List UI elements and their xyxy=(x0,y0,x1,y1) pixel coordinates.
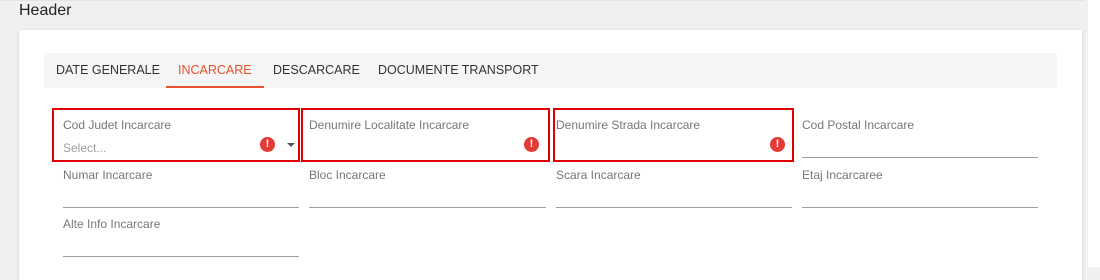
cod-judet-placeholder: Select... xyxy=(63,141,107,155)
alte-info-label: Alte Info Incarcare xyxy=(63,217,161,231)
bloc-field[interactable]: Bloc Incarcare xyxy=(309,160,546,208)
scara-field[interactable]: Scara Incarcare xyxy=(556,160,792,208)
tab-descarcare[interactable]: DESCARCARE xyxy=(261,53,372,88)
chevron-down-icon[interactable] xyxy=(287,143,295,147)
denumire-strada-label: Denumire Strada Incarcare xyxy=(556,118,701,132)
cod-judet-label: Cod Judet Incarcare xyxy=(63,118,172,132)
numar-label: Numar Incarcare xyxy=(63,168,153,182)
etaj-label: Etaj Incarcaree xyxy=(802,168,883,182)
denumire-localitate-field[interactable]: Denumire Localitate Incarcare ! xyxy=(301,108,550,162)
error-icon: ! xyxy=(260,137,275,152)
cod-postal-field[interactable]: Cod Postal Incarcare xyxy=(802,110,1038,158)
error-icon: ! xyxy=(770,137,785,152)
tab-date-generale[interactable]: DATE GENERALE xyxy=(44,53,172,88)
numar-field[interactable]: Numar Incarcare xyxy=(63,160,299,208)
field-underline xyxy=(802,207,1038,208)
etaj-field[interactable]: Etaj Incarcaree xyxy=(802,160,1038,208)
page-title: Header xyxy=(19,2,72,19)
tab-incarcare[interactable]: INCARCARE xyxy=(166,53,264,88)
right-scroll-gutter xyxy=(1088,0,1100,267)
bloc-label: Bloc Incarcare xyxy=(309,168,386,182)
field-underline xyxy=(309,207,546,208)
denumire-localitate-label: Denumire Localitate Incarcare xyxy=(309,118,470,132)
tab-bar: DATE GENERALE INCARCARE DESCARCARE DOCUM… xyxy=(44,53,1057,88)
cod-postal-label: Cod Postal Incarcare xyxy=(802,118,915,132)
denumire-strada-field[interactable]: Denumire Strada Incarcare ! xyxy=(553,108,794,162)
cod-judet-select[interactable]: Cod Judet Incarcare Select... ! xyxy=(52,108,300,162)
field-underline xyxy=(802,157,1038,158)
scara-label: Scara Incarcare xyxy=(556,168,641,182)
field-underline xyxy=(63,256,299,257)
field-underline xyxy=(63,207,299,208)
tab-documente-transport[interactable]: DOCUMENTE TRANSPORT xyxy=(366,53,551,88)
error-icon: ! xyxy=(524,137,539,152)
alte-info-field[interactable]: Alte Info Incarcare xyxy=(63,209,299,257)
field-underline xyxy=(556,207,792,208)
top-divider xyxy=(0,0,1085,1)
